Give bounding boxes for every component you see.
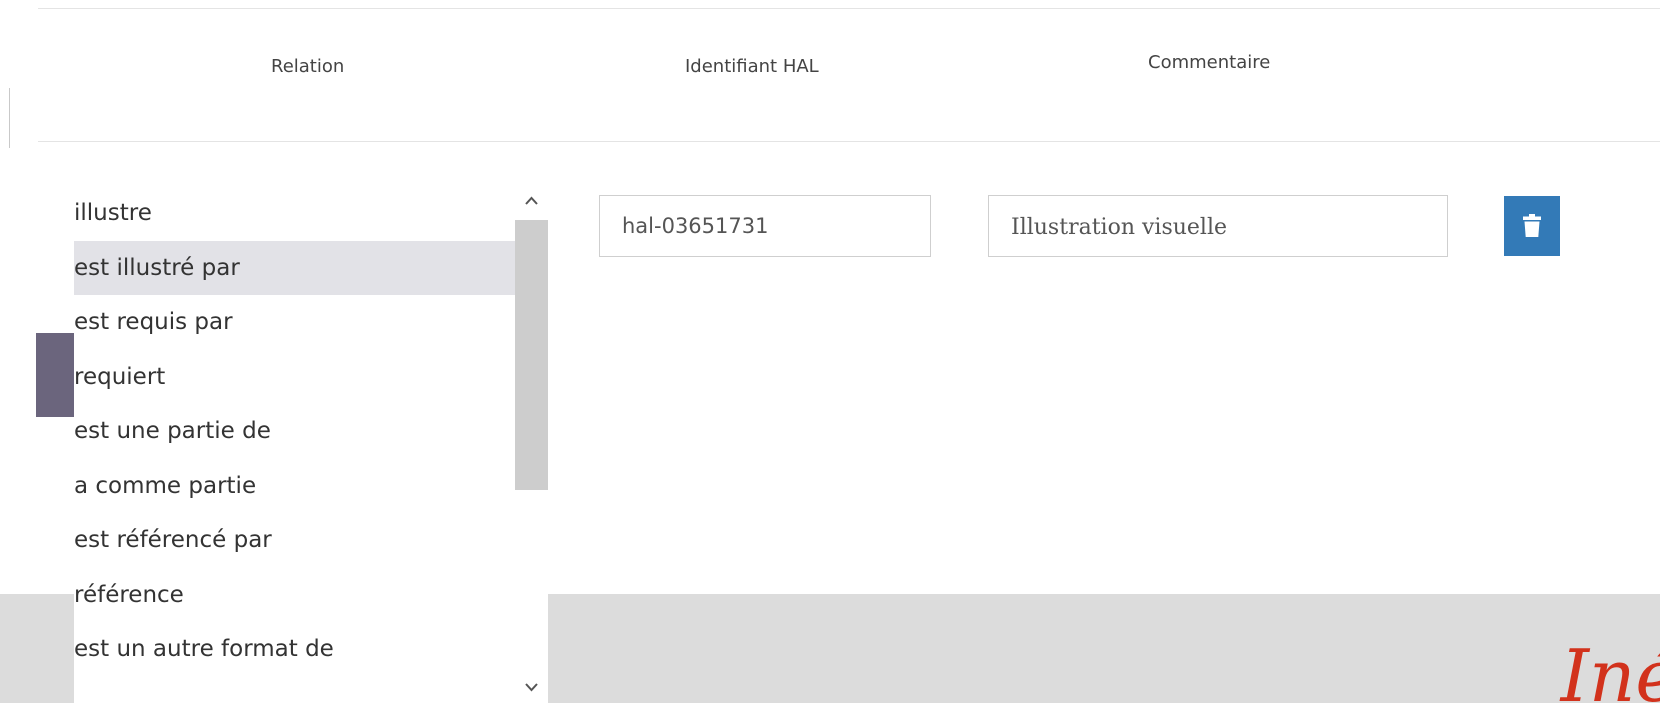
side-panel-tab[interactable] <box>36 333 76 417</box>
column-header-relation: Relation <box>271 56 345 77</box>
relation-option[interactable]: est un autre format de <box>74 622 515 677</box>
column-header-commentaire: Commentaire <box>1148 52 1271 73</box>
column-header-identifiant: Identifiant HAL <box>685 56 819 77</box>
left-edge-line <box>9 88 10 148</box>
delete-button[interactable] <box>1504 196 1560 256</box>
top-divider <box>38 8 1660 9</box>
relation-option[interactable]: illustre <box>74 186 515 241</box>
trash-icon <box>1523 214 1541 237</box>
comment-input[interactable]: Illustration visuelle <box>988 195 1448 257</box>
relation-option[interactable]: a comme partie <box>74 459 515 514</box>
relation-options: illustre est illustré par est requis par re… <box>74 186 515 677</box>
relation-option[interactable]: requiert <box>74 350 515 405</box>
relation-select-list[interactable]: illustre est illustré par est requis par re… <box>74 186 548 703</box>
relation-option[interactable]: est requis par <box>74 295 515 350</box>
scroll-thumb[interactable] <box>515 220 548 490</box>
chevron-up-icon[interactable] <box>515 186 548 218</box>
hal-identifier-input[interactable]: hal-03651731 <box>599 195 931 257</box>
relation-option[interactable]: est une partie de <box>74 404 515 459</box>
relation-option[interactable]: référence <box>74 568 515 623</box>
relation-option[interactable]: est illustré par <box>74 240 515 295</box>
relation-list-scrollbar[interactable] <box>515 186 548 703</box>
relation-option[interactable]: est référencé par <box>74 513 515 568</box>
footer-logo: Iné <box>1560 634 1660 718</box>
header-divider <box>38 141 1660 142</box>
chevron-down-icon[interactable] <box>515 671 548 703</box>
